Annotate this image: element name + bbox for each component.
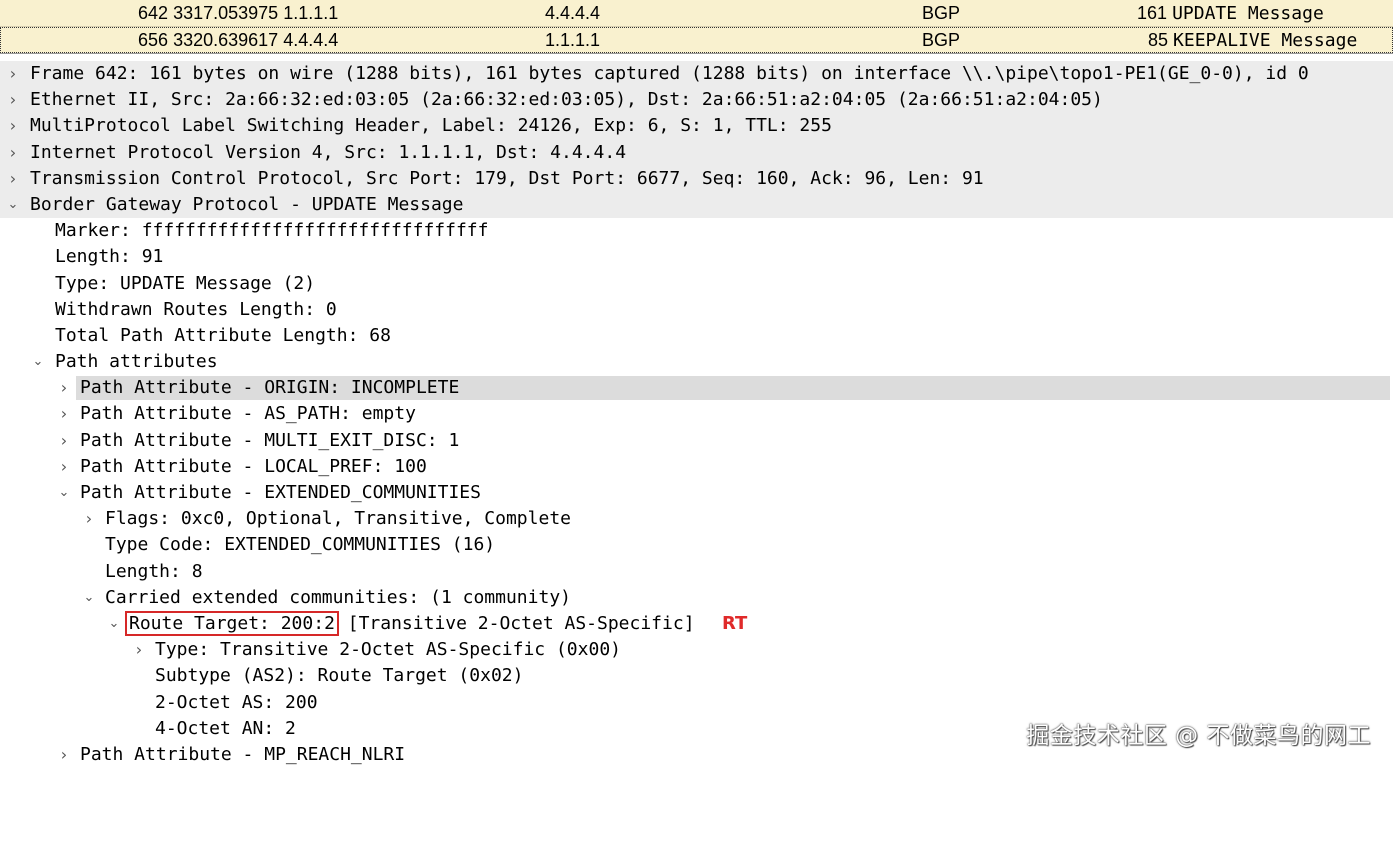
tree-item-length[interactable]: Length: 91: [0, 244, 1393, 270]
chevron-right-icon[interactable]: ›: [6, 140, 20, 166]
route-target-highlight: Route Target: 200:2: [125, 610, 339, 636]
packet-destination: 4.4.4.4: [545, 3, 601, 23]
chevron-right-icon[interactable]: ›: [57, 375, 71, 401]
chevron-down-icon[interactable]: ⌄: [6, 192, 20, 218]
tree-item-ext-length[interactable]: Length: 8: [0, 559, 1393, 585]
tree-item-pa-local-pref[interactable]: › Path Attribute - LOCAL_PREF: 100: [0, 454, 1393, 480]
chevron-right-icon[interactable]: ›: [6, 61, 20, 87]
chevron-right-icon[interactable]: ›: [57, 454, 71, 480]
watermark: 掘金技术社区 @ 不做菜鸟的网工: [1026, 723, 1371, 749]
chevron-down-icon[interactable]: ⌄: [107, 611, 121, 637]
chevron-right-icon[interactable]: ›: [132, 637, 146, 663]
tree-item-ip[interactable]: › Internet Protocol Version 4, Src: 1.1.…: [0, 139, 1393, 166]
chevron-down-icon[interactable]: ⌄: [57, 480, 71, 506]
tree-item-pa-med[interactable]: › Path Attribute - MULTI_EXIT_DISC: 1: [0, 428, 1393, 454]
chevron-right-icon[interactable]: ›: [6, 113, 20, 139]
packet-row[interactable]: 656 3320.639617 4.4.4.4 1.1.1.1 BGP 85 K…: [0, 27, 1393, 53]
tree-item-frame[interactable]: › Frame 642: 161 bytes on wire (1288 bit…: [0, 61, 1393, 88]
chevron-down-icon[interactable]: ⌄: [82, 585, 96, 611]
tree-item-marker[interactable]: Marker: ffffffffffffffffffffffffffffffff: [0, 218, 1393, 244]
tree-item-total-path[interactable]: Total Path Attribute Length: 68: [0, 323, 1393, 349]
tree-item-path-attributes[interactable]: ⌄ Path attributes: [0, 349, 1393, 375]
packet-length-info: 161 UPDATE Message: [1137, 3, 1324, 24]
chevron-right-icon[interactable]: ›: [57, 401, 71, 427]
route-target-suffix: [Transitive 2-Octet AS-Specific]: [347, 612, 695, 634]
packet-list: 642 3317.053975 1.1.1.1 4.4.4.4 BGP 161 …: [0, 0, 1393, 54]
chevron-right-icon[interactable]: ›: [57, 428, 71, 454]
tree-item-pa-origin[interactable]: › Path Attribute - ORIGIN: INCOMPLETE: [0, 375, 1393, 401]
tree-item-rt-type[interactable]: › Type: Transitive 2-Octet AS-Specific (…: [0, 637, 1393, 663]
tree-item-route-target[interactable]: ⌄ Route Target: 200:2 [Transitive 2-Octe…: [0, 610, 1393, 637]
packet-details-tree: › Frame 642: 161 bytes on wire (1288 bit…: [0, 61, 1393, 768]
tree-item-carried-communities[interactable]: ⌄ Carried extended communities: (1 commu…: [0, 585, 1393, 611]
tree-item-rt-subtype[interactable]: Subtype (AS2): Route Target (0x02): [0, 663, 1393, 689]
tree-item-flags[interactable]: › Flags: 0xc0, Optional, Transitive, Com…: [0, 506, 1393, 532]
tree-item-ethernet[interactable]: › Ethernet II, Src: 2a:66:32:ed:03:05 (2…: [0, 87, 1393, 114]
tree-item-type-code[interactable]: Type Code: EXTENDED_COMMUNITIES (16): [0, 532, 1393, 558]
tree-item-tcp[interactable]: › Transmission Control Protocol, Src Por…: [0, 165, 1393, 192]
tree-item-bgp[interactable]: ⌄ Border Gateway Protocol - UPDATE Messa…: [0, 191, 1393, 219]
packet-row[interactable]: 642 3317.053975 1.1.1.1 4.4.4.4 BGP 161 …: [0, 0, 1393, 26]
packet-protocol: BGP: [922, 30, 961, 50]
tree-item-mpls[interactable]: › MultiProtocol Label Switching Header, …: [0, 113, 1393, 140]
tree-item-rt-as[interactable]: 2-Octet AS: 200: [0, 690, 1393, 716]
packet-protocol: BGP: [922, 3, 961, 23]
packet-length-info: 85 KEEPALIVE Message: [1148, 30, 1358, 51]
packet-no-time-src: 656 3320.639617 4.4.4.4: [138, 30, 339, 50]
tree-item-type[interactable]: Type: UPDATE Message (2): [0, 271, 1393, 297]
chevron-right-icon[interactable]: ›: [6, 87, 20, 113]
tree-item-withdrawn[interactable]: Withdrawn Routes Length: 0: [0, 297, 1393, 323]
chevron-down-icon[interactable]: ⌄: [31, 349, 45, 375]
packet-no-time-src: 642 3317.053975 1.1.1.1: [138, 3, 339, 23]
tree-item-pa-ext-communities[interactable]: ⌄ Path Attribute - EXTENDED_COMMUNITIES: [0, 480, 1393, 506]
packet-destination: 1.1.1.1: [545, 30, 601, 50]
chevron-right-icon[interactable]: ›: [6, 166, 20, 192]
chevron-right-icon[interactable]: ›: [57, 742, 71, 768]
tree-item-pa-as-path[interactable]: › Path Attribute - AS_PATH: empty: [0, 401, 1393, 427]
chevron-right-icon[interactable]: ›: [82, 506, 96, 532]
rt-annotation: RT: [722, 612, 748, 634]
